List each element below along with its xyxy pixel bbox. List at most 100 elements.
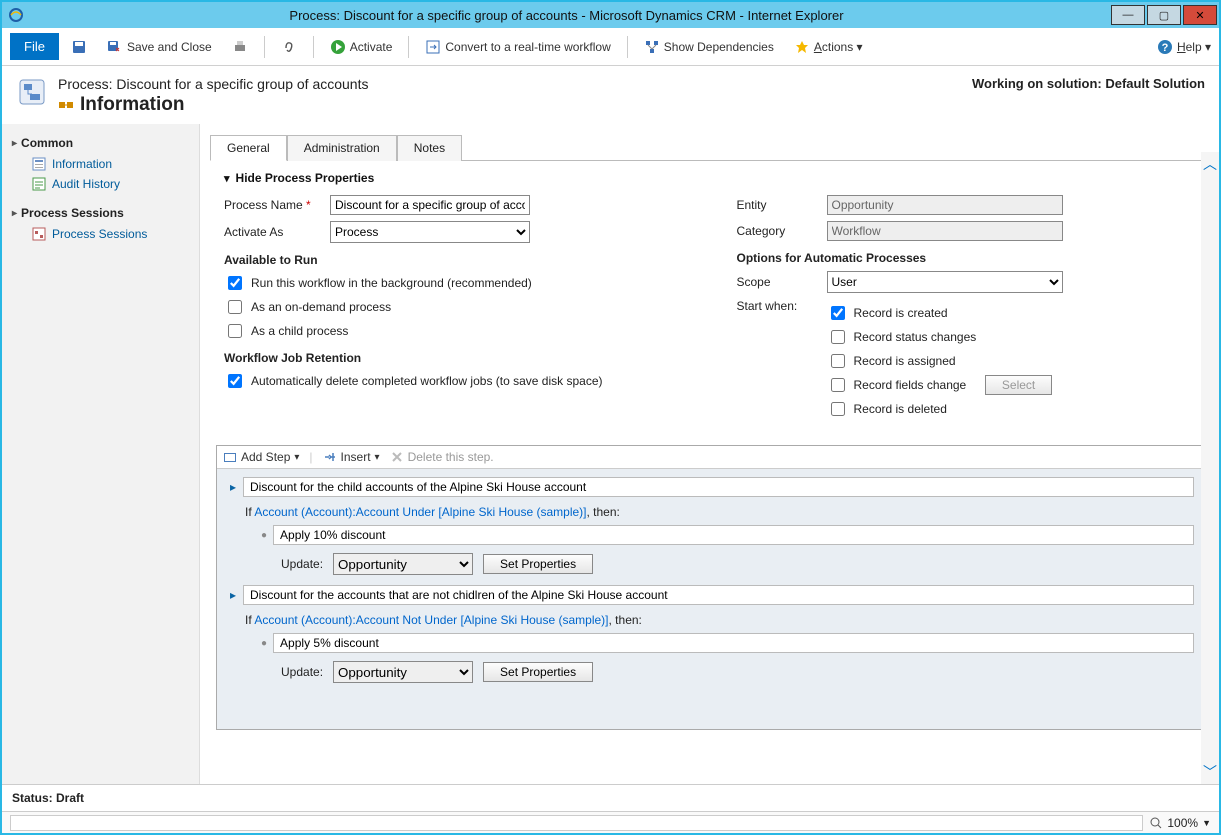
activate-icon — [330, 39, 346, 55]
add-step-button[interactable]: Add Step ▾ — [223, 450, 299, 464]
window-title: Process: Discount for a specific group o… — [24, 8, 1109, 23]
convert-icon — [425, 39, 441, 55]
ie-icon — [8, 7, 24, 23]
update-entity-select-1[interactable]: Opportunity — [333, 553, 473, 575]
section-header-props[interactable]: Hide Process Properties — [224, 171, 1189, 185]
category-input — [827, 221, 1063, 241]
workflow-toolbar: Add Step ▾ | Insert ▾ Delete this step. — [217, 446, 1204, 469]
scroll-down-icon[interactable]: ﹀ — [1203, 762, 1217, 782]
status-bar: Status: Draft — [2, 784, 1219, 811]
print-button[interactable] — [224, 35, 256, 59]
nav-group-common[interactable]: Common — [12, 136, 189, 150]
scroll-up-icon[interactable]: ︿ — [1203, 154, 1217, 174]
tabstrip: General Administration Notes — [210, 134, 1219, 161]
convert-button[interactable]: Convert to a real-time workflow — [417, 35, 618, 59]
ie-status-bar: 100% ▼ — [2, 811, 1219, 833]
tab-administration[interactable]: Administration — [287, 135, 397, 161]
zoom-dropdown-icon[interactable]: ▼ — [1202, 818, 1211, 828]
chk-run-background[interactable] — [228, 276, 242, 290]
zoom-icon[interactable] — [1149, 816, 1163, 830]
condition-link-1[interactable]: Account (Account):Account Under [Alpine … — [254, 505, 586, 519]
stage1-name-input[interactable] — [243, 477, 1194, 497]
main-panel: General Administration Notes ︿ ﹀ Hide Pr… — [200, 124, 1219, 784]
workflow-designer: Add Step ▾ | Insert ▾ Delete this step. — [216, 445, 1205, 730]
update-label-2: Update: — [281, 665, 323, 679]
insert-button[interactable]: Insert ▾ — [323, 450, 380, 464]
tab-general[interactable]: General — [210, 135, 287, 161]
select-fields-button[interactable]: Select — [985, 375, 1052, 395]
paperclip-icon — [281, 39, 297, 55]
zoom-value: 100% — [1167, 816, 1198, 830]
solution-label: Working on solution: Default Solution — [972, 76, 1205, 91]
window-close-button[interactable]: ✕ — [1183, 5, 1217, 25]
sessions-icon — [32, 227, 46, 241]
sidebar-item-information[interactable]: Information — [12, 154, 189, 174]
chk-record-assigned[interactable] — [831, 354, 845, 368]
update-entity-select-2[interactable]: Opportunity — [333, 661, 473, 683]
deps-icon — [644, 39, 660, 55]
save-close-button[interactable]: Save and Close — [99, 35, 220, 59]
info-icon — [32, 157, 46, 171]
bullet-icon: ● — [261, 530, 267, 541]
available-to-run-head: Available to Run — [224, 253, 677, 267]
save-button[interactable] — [63, 35, 95, 59]
page-title: Information — [58, 94, 368, 116]
start-when-label: Start when: — [737, 299, 817, 313]
stage-toggle-icon[interactable]: ▸ — [227, 588, 239, 602]
toolbar: File Save and Close Activate Convert to … — [2, 28, 1219, 66]
activate-as-label: Activate As — [224, 225, 320, 239]
delete-step-button: Delete this step. — [390, 450, 494, 464]
save-icon — [71, 39, 87, 55]
chk-as-child[interactable] — [228, 324, 242, 338]
update-label-1: Update: — [281, 557, 323, 571]
entity-label: Entity — [737, 198, 817, 212]
window-maximize-button[interactable]: ▢ — [1147, 5, 1181, 25]
chk-auto-delete[interactable] — [228, 374, 242, 388]
help-icon: ? — [1157, 39, 1173, 55]
attach-button[interactable] — [273, 35, 305, 59]
category-label: Category — [737, 224, 817, 238]
actions-icon — [794, 39, 810, 55]
file-menu-button[interactable]: File — [10, 33, 59, 60]
step2-name-input[interactable] — [273, 633, 1194, 653]
help-button[interactable]: ?Help ▾Help — [1157, 39, 1211, 55]
sidebar: Common Information Audit History Process… — [2, 124, 200, 784]
chk-fields-change[interactable] — [831, 378, 845, 392]
stage-toggle-icon[interactable]: ▸ — [227, 480, 239, 494]
workflow-type-icon — [58, 97, 74, 113]
chk-record-created[interactable] — [831, 306, 845, 320]
process-name-input[interactable] — [330, 195, 530, 215]
condition-link-2[interactable]: Account (Account):Account Not Under [Alp… — [254, 613, 608, 627]
step1-name-input[interactable] — [273, 525, 1194, 545]
set-properties-button-2[interactable]: Set Properties — [483, 662, 593, 682]
activate-button[interactable]: Activate — [322, 35, 401, 59]
show-deps-button[interactable]: Show Dependencies — [636, 35, 782, 59]
stage2-name-input[interactable] — [243, 585, 1194, 605]
chk-record-deleted[interactable] — [831, 402, 845, 416]
if-condition-1: If Account (Account):Account Under [Alpi… — [245, 505, 1194, 519]
set-properties-button-1[interactable]: Set Properties — [483, 554, 593, 574]
sidebar-item-audit-history[interactable]: Audit History — [12, 174, 189, 194]
job-retention-head: Workflow Job Retention — [224, 351, 677, 365]
if-condition-2: If Account (Account):Account Not Under [… — [245, 613, 1194, 627]
scope-select[interactable]: User — [827, 271, 1063, 293]
sidebar-item-process-sessions[interactable]: Process Sessions — [12, 224, 189, 244]
actions-menu-button[interactable]: AActionsctions ▾ — [786, 35, 871, 59]
scope-label: Scope — [737, 275, 817, 289]
chk-status-changes[interactable] — [831, 330, 845, 344]
breadcrumb: Process: Discount for a specific group o… — [58, 76, 368, 92]
scrollbar[interactable]: ︿ ﹀ — [1201, 152, 1219, 784]
process-icon — [16, 76, 48, 108]
window-minimize-button[interactable]: — — [1111, 5, 1145, 25]
process-name-label: Process Name — [224, 198, 303, 212]
window-titlebar: Process: Discount for a specific group o… — [2, 2, 1219, 28]
page-header: Process: Discount for a specific group o… — [2, 66, 1219, 124]
entity-input — [827, 195, 1063, 215]
insert-icon — [323, 450, 337, 464]
nav-group-sessions[interactable]: Process Sessions — [12, 206, 189, 220]
activate-as-select[interactable]: Process — [330, 221, 530, 243]
chk-on-demand[interactable] — [228, 300, 242, 314]
tab-notes[interactable]: Notes — [397, 135, 462, 161]
add-step-icon — [223, 450, 237, 464]
delete-icon — [390, 450, 404, 464]
